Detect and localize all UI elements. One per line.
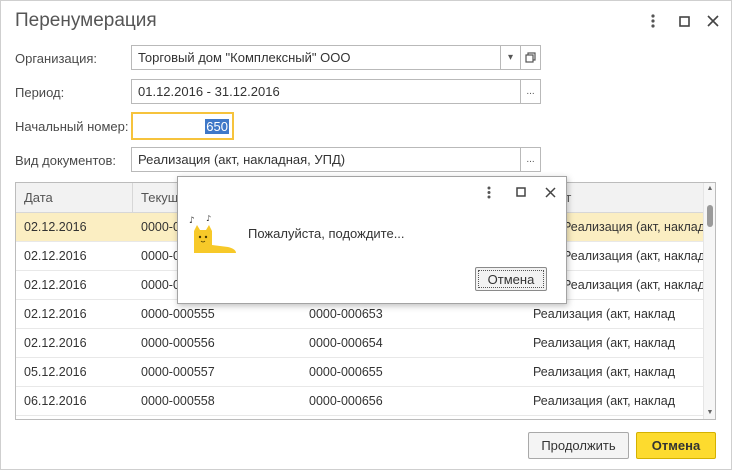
cell-current-number: 0000-0 bbox=[141, 249, 180, 263]
cell-date: 05.12.2016 bbox=[24, 365, 87, 379]
dialog-more-button[interactable] bbox=[479, 182, 499, 202]
organization-value: Торговый дом "Комплексный" ООО bbox=[138, 50, 351, 65]
cell-document: Реализация (акт, наклад bbox=[533, 307, 676, 321]
ellipsis-icon: ... bbox=[526, 86, 535, 97]
ellipsis-icon: ... bbox=[526, 154, 535, 165]
cell-date: 02.12.2016 bbox=[24, 249, 87, 263]
cell-document: Реализация (акт, наклад bbox=[533, 394, 676, 408]
table-row[interactable]: 02.12.2016 0000-000556 0000-000654 Реали… bbox=[16, 329, 704, 358]
table-row[interactable]: 06.12.2016 0000-000558 0000-000656 Реали… bbox=[16, 387, 704, 416]
open-form-icon bbox=[525, 52, 536, 63]
table-row[interactable]: 05.12.2016 0000-000557 0000-000655 Реали… bbox=[16, 358, 704, 387]
cell-current-number: 0000-0 bbox=[141, 220, 180, 234]
cell-date: 02.12.2016 bbox=[24, 278, 87, 292]
period-value: 01.12.2016 - 31.12.2016 bbox=[138, 84, 280, 99]
doc-type-label: Вид документов: bbox=[15, 153, 117, 168]
continue-button[interactable]: Продолжить bbox=[528, 432, 629, 459]
svg-text:♪: ♪ bbox=[206, 214, 211, 223]
cell-current-number: 0000-0 bbox=[141, 278, 180, 292]
dialog-cancel-button[interactable]: Отмена bbox=[475, 267, 547, 291]
dialog-close-button[interactable] bbox=[540, 182, 560, 202]
doc-type-value: Реализация (акт, накладная, УПД) bbox=[138, 152, 346, 167]
start-number-label: Начальный номер: bbox=[15, 119, 129, 134]
cancel-button[interactable]: Отмена bbox=[636, 432, 716, 459]
more-menu-button[interactable] bbox=[641, 9, 665, 33]
window-title: Перенумерация bbox=[15, 10, 157, 31]
cell-date: 02.12.2016 bbox=[24, 220, 87, 234]
close-icon bbox=[544, 186, 556, 198]
start-number-input[interactable]: 650 bbox=[131, 112, 234, 140]
doc-type-select-button[interactable]: ... bbox=[520, 147, 541, 172]
table-scrollbar[interactable]: ▲ ▼ bbox=[703, 183, 715, 419]
close-icon bbox=[707, 15, 719, 27]
cell-document: Реализация (акт, наклад bbox=[563, 220, 706, 234]
table-row[interactable]: 02.12.2016 0000-000555 0000-000653 Реали… bbox=[16, 300, 704, 329]
cell-date: 02.12.2016 bbox=[24, 307, 87, 321]
maximize-button[interactable] bbox=[672, 9, 696, 33]
period-field[interactable]: 01.12.2016 - 31.12.2016 bbox=[131, 79, 521, 104]
kebab-icon bbox=[651, 14, 655, 28]
close-button[interactable] bbox=[701, 9, 725, 33]
period-select-button[interactable]: ... bbox=[520, 79, 541, 104]
organization-field[interactable]: Торговый дом "Комплексный" ООО bbox=[131, 45, 501, 70]
start-number-value: 650 bbox=[205, 118, 229, 134]
cat-waiting-icon: ♪ ♪ bbox=[189, 214, 236, 253]
organization-label: Организация: bbox=[15, 51, 98, 66]
dialog-maximize-button[interactable] bbox=[511, 182, 531, 202]
cell-new-number: 0000-000654 bbox=[309, 336, 383, 350]
doc-type-field[interactable]: Реализация (акт, накладная, УПД) bbox=[131, 147, 521, 172]
cell-date: 02.12.2016 bbox=[24, 336, 87, 350]
renumbering-window: Перенумерация Организация: Торговый дом … bbox=[0, 0, 732, 470]
cell-new-number: 0000-000656 bbox=[309, 394, 383, 408]
cell-current-number: 0000-000557 bbox=[141, 365, 215, 379]
cell-current-number: 0000-000555 bbox=[141, 307, 215, 321]
wait-message: Пожалуйста, подождите... bbox=[248, 226, 405, 241]
cell-document: Реализация (акт, наклад bbox=[533, 336, 676, 350]
scroll-down-icon[interactable]: ▼ bbox=[704, 407, 715, 419]
cell-document: Реализация (акт, наклад bbox=[563, 249, 706, 263]
cell-document: Реализация (акт, наклад bbox=[533, 365, 676, 379]
svg-text:♪: ♪ bbox=[189, 216, 195, 226]
scroll-up-icon[interactable]: ▲ bbox=[704, 183, 715, 195]
column-header-date[interactable]: Дата bbox=[16, 183, 133, 213]
cell-new-number: 0000-000655 bbox=[309, 365, 383, 379]
organization-dropdown-button[interactable]: ▾ bbox=[500, 45, 521, 70]
chevron-down-icon: ▾ bbox=[507, 52, 514, 63]
square-icon bbox=[678, 15, 690, 27]
scrollbar-thumb[interactable] bbox=[707, 205, 713, 227]
square-icon bbox=[516, 187, 526, 197]
cell-current-number: 0000-000556 bbox=[141, 336, 215, 350]
wait-dialog: ♪ ♪ Пожалуйста, подождите... Отмена bbox=[177, 176, 567, 304]
cell-document: Реализация (акт, наклад bbox=[563, 278, 706, 292]
cell-new-number: 0000-000653 bbox=[309, 307, 383, 321]
period-label: Период: bbox=[15, 85, 65, 100]
kebab-icon bbox=[487, 186, 491, 198]
cell-current-number: 0000-000558 bbox=[141, 394, 215, 408]
organization-open-button[interactable] bbox=[520, 45, 541, 70]
cell-date: 06.12.2016 bbox=[24, 394, 87, 408]
